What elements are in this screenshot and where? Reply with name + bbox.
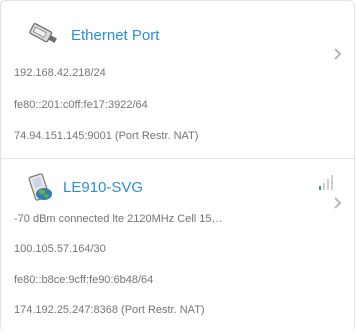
signal-bar-2 (323, 183, 325, 190)
cellular-public-nat: 174.192.25.247:8368 (Port Restr. NAT) (14, 304, 205, 316)
ethernet-title-row[interactable]: Ethernet Port (27, 21, 159, 49)
signal-strength-icon (319, 175, 333, 190)
signal-bar-4 (331, 175, 333, 190)
ethernet-title[interactable]: Ethernet Port (71, 27, 159, 44)
interface-card-cellular[interactable]: LE910-SVG -70 dBm connected lte 2120MHz … (1, 158, 356, 333)
ethernet-ipv4: 192.168.42.218/24 (14, 67, 106, 79)
cellular-status: -70 dBm connected lte 2120MHz Cell 15… (14, 213, 223, 225)
ethernet-public-nat: 74.94.151.145:9001 (Port Restr. NAT) (14, 130, 199, 142)
chevron-right-icon[interactable] (333, 196, 343, 210)
ethernet-ipv6: fe80::201:c0ff:fe17:3922/64 (14, 99, 148, 111)
cellular-modem-icon (28, 173, 52, 201)
ethernet-port-icon (29, 23, 57, 43)
chevron-right-icon[interactable] (333, 47, 343, 61)
cellular-ipv6: fe80::b8ce:9cff:fe90:6b48/64 (14, 274, 154, 286)
cellular-title-row[interactable]: LE910-SVG (27, 173, 143, 201)
signal-bar-1 (319, 186, 321, 190)
signal-bar-3 (327, 179, 329, 190)
cellular-ipv4: 100.105.57.164/30 (14, 243, 106, 255)
interface-card-ethernet[interactable]: Ethernet Port 192.168.42.218/24 fe80::20… (1, 1, 356, 158)
wan-interfaces-panel: Ethernet Port 192.168.42.218/24 fe80::20… (0, 0, 356, 333)
cellular-title[interactable]: LE910-SVG (63, 179, 143, 196)
